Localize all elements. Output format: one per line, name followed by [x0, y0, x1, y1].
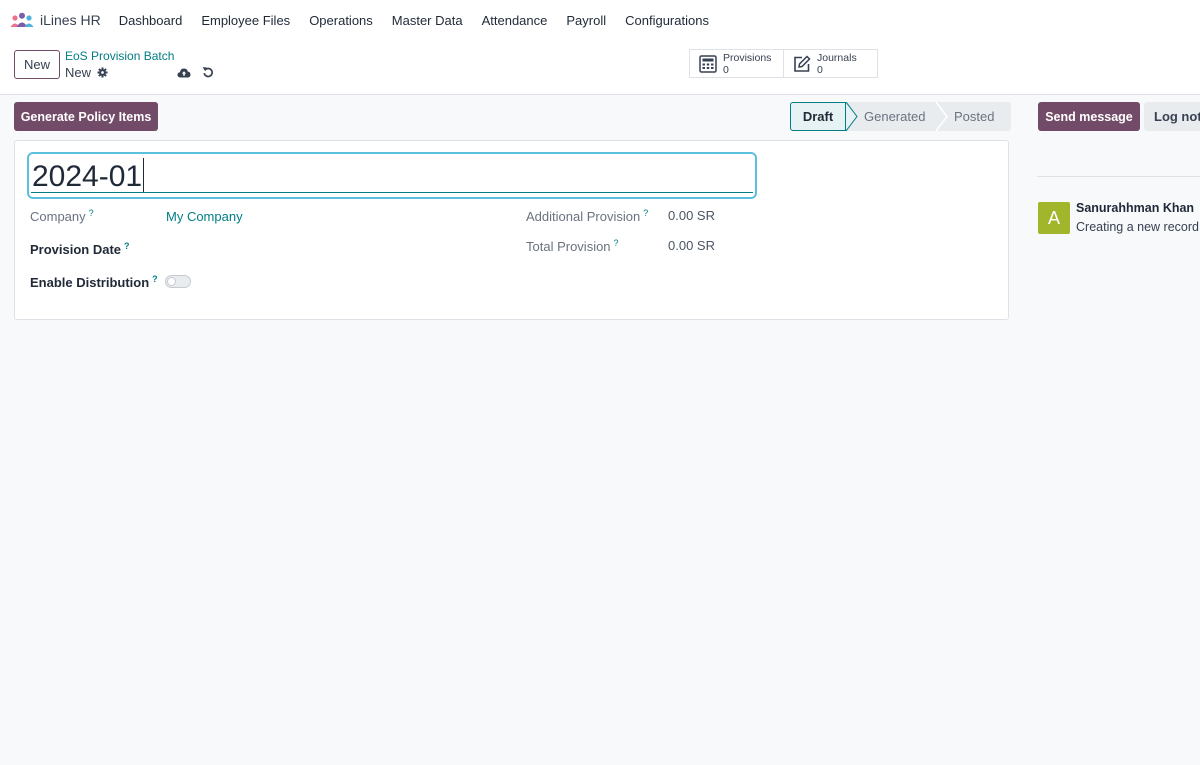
undo-icon[interactable] — [202, 66, 214, 78]
menu-configurations[interactable]: Configurations — [625, 13, 709, 28]
stage-arrow-icon — [936, 102, 948, 131]
send-message-button[interactable]: Send message — [1038, 102, 1140, 131]
help-icon[interactable]: ? — [614, 238, 619, 248]
toggle-knob — [167, 277, 176, 286]
company-value[interactable]: My Company — [166, 209, 243, 224]
message-body: Creating a new record... — [1076, 220, 1200, 234]
provision-date-label-text: Provision Date — [30, 242, 122, 257]
control-panel: New EoS Provision Batch New Provisions 0… — [0, 40, 1200, 95]
status-bar: Draft Generated Posted — [790, 102, 1011, 131]
additional-provision-label: Additional Provision? — [526, 208, 648, 224]
enable-distribution-label: Enable Distribution? — [30, 274, 158, 290]
avatar[interactable]: A — [1038, 202, 1070, 234]
total-provision-value: 0.00 SR — [668, 238, 715, 253]
stage-generated-label: Generated — [864, 109, 926, 124]
name-value-text: 2024-01 — [32, 160, 143, 193]
cloud-upload-icon[interactable] — [177, 67, 191, 78]
app-name: iLines HR — [40, 12, 101, 28]
chatter-divider — [1037, 176, 1200, 177]
enable-distribution-toggle[interactable] — [165, 275, 191, 288]
company-label-text: Company — [30, 209, 86, 224]
people-logo-icon — [10, 12, 34, 27]
provisions-stat-button[interactable]: Provisions 0 — [689, 49, 784, 78]
app-brand[interactable]: iLines HR — [10, 12, 101, 28]
menu-payroll[interactable]: Payroll — [566, 13, 606, 28]
total-provision-label: Total Provision? — [526, 238, 619, 254]
journals-stat-value: 0 — [817, 63, 823, 76]
name-field-value: 2024-01 — [32, 158, 145, 194]
additional-provision-label-text: Additional Provision — [526, 209, 641, 224]
menu-master-data[interactable]: Master Data — [392, 13, 463, 28]
stage-arrow-icon — [846, 102, 858, 131]
name-field-underline — [31, 192, 753, 193]
stage-draft-label: Draft — [802, 109, 834, 124]
provisions-stat-value: 0 — [723, 63, 729, 76]
breadcrumb-parent[interactable]: EoS Provision Batch — [65, 49, 174, 63]
help-icon[interactable]: ? — [152, 274, 158, 284]
provisions-stat-label: Provisions — [723, 51, 772, 64]
stage-generated[interactable]: Generated — [846, 102, 936, 131]
text-caret — [143, 158, 145, 192]
provision-date-label: Provision Date? — [30, 241, 130, 257]
additional-provision-value[interactable]: 0.00 SR — [668, 208, 715, 223]
menu-operations[interactable]: Operations — [309, 13, 373, 28]
menu-employee-files[interactable]: Employee Files — [201, 13, 290, 28]
help-icon[interactable]: ? — [124, 241, 130, 251]
company-label: Company? — [30, 208, 94, 224]
new-button[interactable]: New — [14, 50, 60, 79]
gear-icon[interactable] — [97, 67, 108, 78]
help-icon[interactable]: ? — [89, 208, 94, 218]
menu-attendance[interactable]: Attendance — [482, 13, 548, 28]
stage-draft[interactable]: Draft — [790, 102, 846, 131]
log-note-button[interactable]: Log note — [1144, 102, 1200, 131]
enable-distribution-label-text: Enable Distribution — [30, 275, 150, 290]
breadcrumb-current: New — [65, 65, 92, 80]
calculator-icon — [699, 54, 717, 73]
message-author[interactable]: Sanurahhman Khan — [1076, 201, 1194, 215]
menu-dashboard[interactable]: Dashboard — [119, 13, 183, 28]
stage-posted-label: Posted — [954, 109, 995, 124]
help-icon[interactable]: ? — [643, 208, 648, 218]
form-sheet: 2024-01 Company? My Company Provision Da… — [14, 140, 1009, 320]
journals-stat-button[interactable]: Journals 0 — [783, 49, 878, 78]
total-provision-label-text: Total Provision — [526, 239, 611, 254]
edit-icon — [794, 54, 811, 72]
stage-posted[interactable]: Posted — [936, 102, 1011, 131]
journals-stat-label: Journals — [817, 51, 857, 64]
generate-policy-items-button[interactable]: Generate Policy Items — [14, 102, 158, 131]
name-field[interactable]: 2024-01 — [27, 152, 757, 199]
top-navbar: iLines HR Dashboard Employee Files Opera… — [0, 0, 1200, 40]
